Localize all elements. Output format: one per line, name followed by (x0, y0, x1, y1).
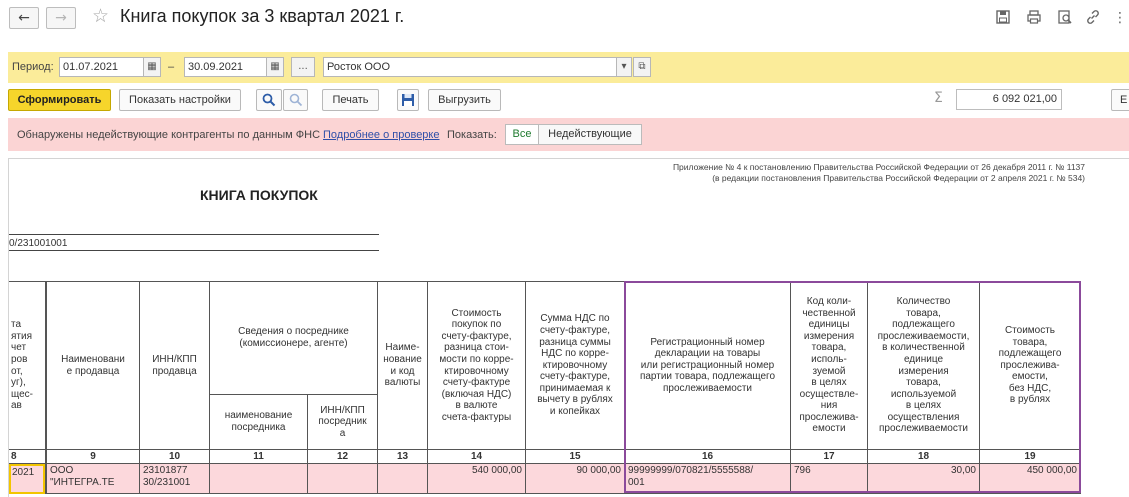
save-file-button[interactable] (397, 89, 419, 111)
col-number-9: 9 (46, 450, 140, 464)
sum-field[interactable]: 6 092 021,00 (956, 89, 1062, 110)
header-seller-inn: ИНН/КПП продавца (140, 282, 210, 450)
window-header: ← → ☆ Книга покупок за 3 квартал 2021 г.… (0, 0, 1129, 38)
col-number-8: 8 (9, 450, 46, 464)
header-traceable-quantity: Количество товара, подлежащего прослежив… (868, 282, 980, 450)
cell-vat-amount[interactable]: 90 000,00 (526, 464, 625, 494)
appendix-note: Приложение № 4 к постановлению Правитель… (525, 162, 1085, 184)
cell-traceable-cost[interactable]: 450 000,00 (980, 464, 1081, 494)
show-label: Показать: (447, 129, 497, 141)
generate-button[interactable]: Сформировать (8, 89, 111, 111)
more-actions-button[interactable]: Е (1111, 89, 1129, 111)
header-unit-code: Код коли- чественной единицы измерения т… (791, 282, 868, 450)
col-number-18: 18 (868, 450, 980, 464)
appendix-line-2: (в редакции постановления Правительства … (712, 173, 1085, 183)
star-icon[interactable]: ☆ (92, 5, 109, 27)
header-intermediary-name: наименование посредника (210, 395, 308, 450)
filter-inactive-button[interactable]: Недействующие (538, 124, 642, 145)
book-title: КНИГА ПОКУПОК (200, 187, 318, 203)
cell-seller-inn[interactable]: 23101877 30/231001 (140, 464, 210, 494)
appendix-line-1: Приложение № 4 к постановлению Правитель… (672, 162, 1085, 172)
search-cancel-icon (289, 93, 302, 107)
export-button[interactable]: Выгрузить (428, 89, 501, 111)
sum-icon: Σ (934, 90, 943, 106)
show-settings-button[interactable]: Показать настройки (119, 89, 241, 111)
inactive-counterparties-warning: Обнаружены недействующие контрагенты по … (8, 118, 1129, 151)
dropdown-icon[interactable]: ▾ (616, 57, 632, 77)
filter-all-button[interactable]: Все (505, 124, 539, 145)
cell-intermediary-inn[interactable] (308, 464, 378, 494)
header-traceable-cost: Стоимость товара, подлежащего прослежива… (980, 282, 1081, 450)
calendar-from-icon[interactable]: ▦ (143, 57, 161, 77)
header-col-8: та ятия чет ров от, уг), щес- ав (9, 282, 46, 450)
col-number-12: 12 (308, 450, 378, 464)
organization-field[interactable]: Росток ООО (323, 57, 617, 77)
title-rule (9, 234, 379, 235)
col-number-10: 10 (140, 450, 210, 464)
more-icon[interactable]: ⋮ (1111, 9, 1129, 27)
date-separator: – (168, 61, 175, 73)
open-icon[interactable]: ⧉ (633, 57, 651, 77)
forward-button[interactable]: → (46, 7, 76, 29)
search-cancel-button[interactable] (283, 89, 308, 111)
check-details-link[interactable]: Подробнее о проверке (323, 129, 439, 141)
cell-purchase-cost[interactable]: 540 000,00 (428, 464, 526, 494)
print-button[interactable]: Печать (322, 89, 379, 111)
col-number-17: 17 (791, 450, 868, 464)
col-number-11: 11 (210, 450, 308, 464)
col-number-16: 16 (625, 450, 791, 464)
report-spreadsheet[interactable]: Приложение № 4 к постановлению Правитель… (8, 158, 1129, 497)
link-icon[interactable] (1084, 9, 1102, 27)
date-to-field[interactable]: 30.09.2021 (184, 57, 268, 77)
cell-intermediary-name[interactable] (210, 464, 308, 494)
period-select-button[interactable]: ... (291, 57, 315, 77)
print-icon[interactable] (1025, 9, 1043, 27)
inn-rule (9, 250, 379, 251)
cell-unit-code[interactable]: 796 (791, 464, 868, 494)
cell-seller-name[interactable]: ООО "ИНТЕГРА.ТЕ (46, 464, 140, 494)
search-icon (262, 93, 276, 107)
header-intermediary-inn: ИНН/КПП посредник а (308, 395, 378, 450)
calendar-to-icon[interactable]: ▦ (266, 57, 284, 77)
cell-col-8[interactable]: 2021 (9, 464, 46, 494)
header-vat-amount: Сумма НДС по счету-фактуре, разница сумм… (526, 282, 625, 450)
warning-message: Обнаружены недействующие контрагенты по … (17, 129, 321, 141)
save-icon[interactable] (994, 9, 1012, 27)
col-number-14: 14 (428, 450, 526, 464)
header-registration-number: Регистрационный номер декларации на това… (625, 282, 791, 450)
header-seller-name: Наименовани е продавца (46, 282, 140, 450)
col-number-19: 19 (980, 450, 1081, 464)
header-currency: Наиме- нование и код валюты (378, 282, 428, 450)
col-number-13: 13 (378, 450, 428, 464)
cell-currency[interactable] (378, 464, 428, 494)
period-bar: Период: 01.07.2021 ▦ – 30.09.2021 ▦ ... … (8, 52, 1129, 83)
page-title: Книга покупок за 3 квартал 2021 г. (120, 6, 405, 26)
preview-icon[interactable] (1056, 9, 1074, 27)
period-label: Период: (12, 61, 54, 73)
date-from-field[interactable]: 01.07.2021 (59, 57, 144, 77)
col-number-15: 15 (526, 450, 625, 464)
cell-traceable-quantity[interactable]: 30,00 (868, 464, 980, 494)
buyer-inn: 0/231001001 (9, 238, 68, 249)
header-intermediary: Сведения о посреднике (комиссионере, аге… (210, 282, 378, 395)
header-purchase-cost: Стоимость покупок по счету-фактуре, разн… (428, 282, 526, 450)
floppy-icon (402, 94, 414, 106)
search-button[interactable] (256, 89, 282, 111)
back-button[interactable]: ← (9, 7, 39, 29)
cell-registration-number[interactable]: 99999999/070821/5555588/ 001 (625, 464, 791, 494)
